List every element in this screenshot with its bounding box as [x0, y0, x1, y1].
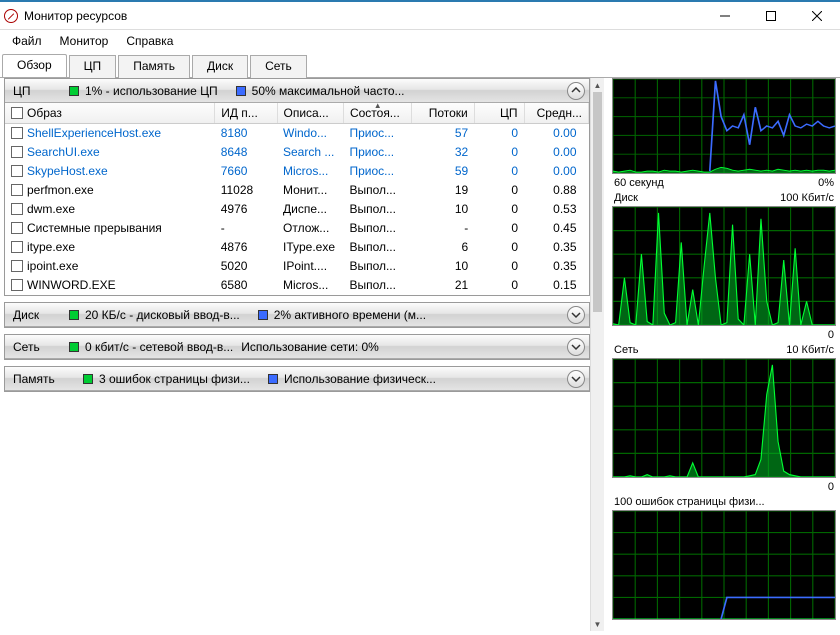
disk-expand-button[interactable] [567, 306, 585, 324]
net-io-text: 0 кбит/с - сетевой ввод-в... [85, 340, 233, 354]
disk-swatch-blue [258, 310, 268, 320]
maximize-button[interactable] [748, 1, 794, 31]
cpu-usage-text: 1% - использование ЦП [85, 84, 218, 98]
graph-disk-right: 100 Кбит/с [780, 192, 834, 204]
graph-net [612, 358, 836, 478]
col-status[interactable]: ▲Состоя... [343, 103, 412, 124]
table-row[interactable]: dwm.exe4976Диспе...Выпол...1000.53 [5, 200, 589, 219]
row-checkbox[interactable] [11, 241, 23, 253]
cpu-collapse-button[interactable] [567, 82, 585, 100]
row-checkbox[interactable] [11, 260, 23, 272]
mem-faults-text: 3 ошибок страницы физи... [99, 372, 250, 386]
net-section-header[interactable]: Сеть 0 кбит/с - сетевой ввод-в... Исполь… [5, 335, 589, 359]
mem-section-header[interactable]: Память 3 ошибок страницы физи... Использ… [5, 367, 589, 391]
cpu-section-header[interactable]: ЦП 1% - использование ЦП 50% максимально… [5, 79, 589, 103]
col-cpu[interactable]: ЦП [474, 103, 524, 124]
disk-swatch-green [69, 310, 79, 320]
graph-disk-title: Диск [614, 192, 638, 204]
graph-cpu [612, 78, 836, 174]
row-checkbox[interactable] [11, 127, 23, 139]
scroll-up-button[interactable]: ▲ [591, 78, 604, 92]
app-icon [4, 9, 18, 23]
tab-disk[interactable]: Диск [192, 55, 248, 78]
mem-expand-button[interactable] [567, 370, 585, 388]
menu-help[interactable]: Справка [118, 32, 181, 50]
menu-file[interactable]: Файл [4, 32, 50, 50]
scroll-down-button[interactable]: ▼ [591, 617, 604, 631]
mem-section-title: Память [13, 372, 65, 386]
menu-monitor[interactable]: Монитор [52, 32, 117, 50]
table-row[interactable]: SearchUI.exe8648Search ...Приос...3200.0… [5, 143, 589, 162]
graph-disk [612, 206, 836, 326]
graph-mem [612, 510, 836, 620]
tab-memory[interactable]: Память [118, 55, 190, 78]
col-pid[interactable]: ИД п... [215, 103, 277, 124]
disk-section-header[interactable]: Диск 20 КБ/с - дисковый ввод-в... 2% акт… [5, 303, 589, 327]
graph-cpu-right: 0% [818, 177, 834, 189]
graph-net-title-row: Сеть 10 Кбит/с [612, 343, 836, 356]
check-all[interactable] [11, 107, 23, 119]
table-row[interactable]: WINWORD.EXE6580Micros...Выпол...2100.15 [5, 276, 589, 295]
graph-cpu-label: 60 секунд 0% [612, 176, 836, 189]
tab-overview[interactable]: Обзор [2, 54, 67, 77]
left-scrollbar[interactable]: ▲ ▼ [590, 78, 604, 631]
table-row[interactable]: Системные прерывания-Отлож...Выпол...-00… [5, 219, 589, 238]
graph-net-title: Сеть [614, 344, 638, 356]
row-checkbox[interactable] [11, 146, 23, 158]
row-checkbox[interactable] [11, 203, 23, 215]
graph-net-right: 10 Кбит/с [786, 344, 834, 356]
mem-swatch-green [83, 374, 93, 384]
row-checkbox[interactable] [11, 279, 23, 291]
row-checkbox[interactable] [11, 184, 23, 196]
minimize-button[interactable] [702, 1, 748, 31]
net-use-text: Использование сети: 0% [241, 340, 379, 354]
window-title: Монитор ресурсов [24, 9, 127, 23]
cpu-section: ЦП 1% - использование ЦП 50% максимально… [4, 78, 590, 296]
tab-cpu[interactable]: ЦП [69, 55, 117, 78]
col-image[interactable]: Образ [5, 103, 215, 124]
graph-disk-bottom: 0 [612, 328, 836, 341]
col-avg[interactable]: Средн... [524, 103, 588, 124]
mem-use-text: Использование физическ... [284, 372, 436, 386]
net-swatch-green [69, 342, 79, 352]
col-desc[interactable]: Описа... [277, 103, 343, 124]
cpu-freq-text: 50% максимальной часто... [252, 84, 405, 98]
mem-swatch-blue [268, 374, 278, 384]
col-threads[interactable]: Потоки [412, 103, 474, 124]
graph-net-bottom: 0 [612, 480, 836, 493]
table-row[interactable]: ShellExperienceHost.exe8180Windo...Приос… [5, 124, 589, 143]
tabs: Обзор ЦП Память Диск Сеть [0, 54, 840, 78]
disk-section-title: Диск [13, 308, 51, 322]
table-row[interactable]: itype.exe4876IType.exeВыпол...600.35 [5, 238, 589, 257]
table-row[interactable]: SkypeHost.exe7660Micros...Приос...5900.0… [5, 162, 589, 181]
cpu-section-title: ЦП [13, 84, 51, 98]
close-button[interactable] [794, 1, 840, 31]
disk-active-text: 2% активного времени (м... [274, 308, 426, 322]
row-checkbox[interactable] [11, 165, 23, 177]
net-section: Сеть 0 кбит/с - сетевой ввод-в... Исполь… [4, 334, 590, 360]
net-expand-button[interactable] [567, 338, 585, 356]
cpu-swatch-green [69, 86, 79, 96]
graph-cpu-time: 60 секунд [614, 177, 664, 189]
sort-asc-icon: ▲ [374, 103, 382, 110]
mem-section: Память 3 ошибок страницы физи... Использ… [4, 366, 590, 392]
tab-network[interactable]: Сеть [250, 55, 307, 78]
net-section-title: Сеть [13, 340, 51, 354]
disk-section: Диск 20 КБ/с - дисковый ввод-в... 2% акт… [4, 302, 590, 328]
cpu-swatch-blue [236, 86, 246, 96]
row-checkbox[interactable] [11, 222, 23, 234]
graph-mem-title: 100 ошибок страницы физи... [614, 496, 765, 508]
menubar: Файл Монитор Справка [0, 30, 840, 52]
graph-disk-title-row: Диск 100 Кбит/с [612, 191, 836, 204]
disk-io-text: 20 КБ/с - дисковый ввод-в... [85, 308, 240, 322]
cpu-table: Образ ИД п... Описа... ▲Состоя... Потоки… [5, 103, 589, 295]
table-row[interactable]: ipoint.exe5020IPoint....Выпол...1000.35 [5, 257, 589, 276]
titlebar: Монитор ресурсов [0, 0, 840, 30]
graph-mem-title-row: 100 ошибок страницы физи... [612, 495, 836, 508]
table-row[interactable]: perfmon.exe11028Монит...Выпол...1900.88 [5, 181, 589, 200]
